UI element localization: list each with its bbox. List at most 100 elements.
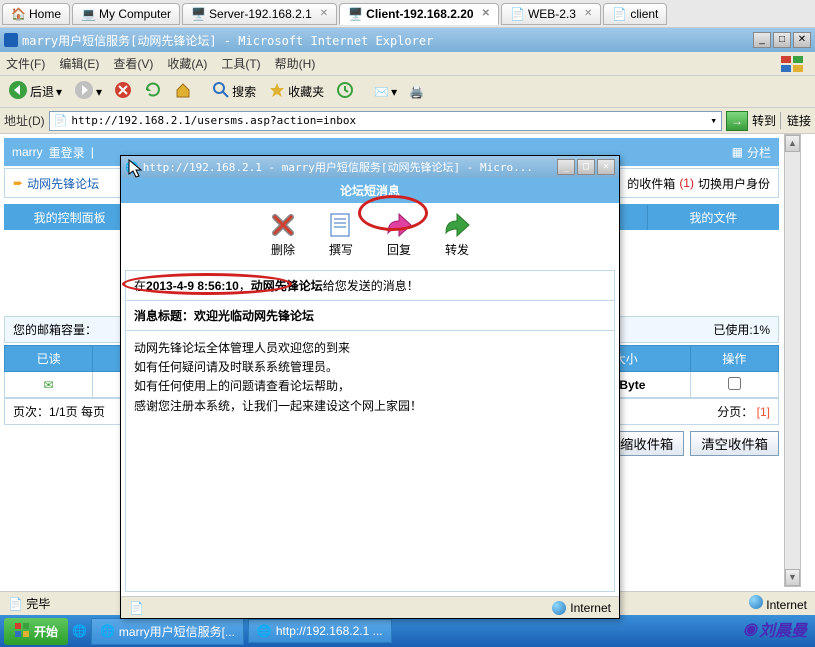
taskbar-item[interactable]: 🌐 marry用户短信服务[... <box>91 618 244 645</box>
task-label: marry用户短信服务[... <box>119 623 235 640</box>
refresh-icon <box>144 81 162 102</box>
ie-toolbar: 后退 ▾ ▾ 搜索 收藏夹 ✉️▾ 🖨️ <box>0 76 815 108</box>
menu-tools[interactable]: 工具(T) <box>221 55 260 72</box>
clear-inbox-button[interactable]: 清空收件箱 <box>690 431 779 456</box>
server-icon: 🖥️ <box>191 7 205 21</box>
menu-help[interactable]: 帮助(H) <box>275 55 316 72</box>
ie-icon: 🌐 <box>257 624 272 638</box>
tab-web[interactable]: 📄 WEB-2.3 ✕ <box>501 3 601 25</box>
tab-home[interactable]: 🏠 Home <box>2 3 70 25</box>
tab-my-files[interactable]: 我的文件 <box>648 205 779 230</box>
back-label: 后退 <box>30 83 54 100</box>
inbox-count: (1) <box>679 176 694 190</box>
menu-favorites[interactable]: 收藏(A) <box>167 55 207 72</box>
go-label: 转到 <box>752 112 776 129</box>
ie-icon <box>4 33 18 47</box>
tab-client2[interactable]: 📄 client <box>603 3 667 25</box>
close-icon[interactable]: ✕ <box>482 8 490 19</box>
go-button[interactable]: → <box>726 111 748 131</box>
back-button[interactable]: 后退 ▾ <box>4 78 66 105</box>
mail-button[interactable]: ✉️▾ <box>370 83 401 101</box>
windows-icon <box>14 622 30 641</box>
message-content: 在2013-4-9 8:56:10，动网先锋论坛给您发送的消息！ 消息标题：欢迎… <box>125 270 615 592</box>
close-icon[interactable]: ✕ <box>320 8 328 19</box>
back-icon <box>8 80 28 103</box>
tab-label: Client-192.168.2.20 <box>366 7 473 21</box>
links-label[interactable]: 链接 <box>780 112 811 129</box>
close-button[interactable]: ✕ <box>793 32 811 48</box>
capacity-label: 您的邮箱容量： <box>13 321 97 338</box>
divider: | <box>91 145 94 159</box>
home-icon <box>174 81 192 102</box>
windows-flag-icon <box>779 54 809 74</box>
doc-icon: 📄 <box>612 7 626 21</box>
client-icon: 🖥️ <box>348 7 362 21</box>
home-button[interactable] <box>170 79 196 104</box>
row-checkbox[interactable] <box>728 377 741 390</box>
minimize-button[interactable]: _ <box>753 32 771 48</box>
maximize-button[interactable]: □ <box>773 32 791 48</box>
popup-title: http://192.168.2.1 - marry用户短信服务[动网先锋论坛]… <box>143 159 533 175</box>
chevron-down-icon[interactable]: ▾ <box>710 114 717 127</box>
vertical-scrollbar[interactable]: ▲ ▼ <box>784 134 801 587</box>
watermark-text: 刘晨曼 <box>759 617 807 641</box>
computer-icon: 💻 <box>81 7 95 21</box>
tab-server[interactable]: 🖥️ Server-192.168.2.1 ✕ <box>182 3 337 25</box>
message-time: 2013-4-9 8:56:10 <box>146 279 239 293</box>
scroll-down-icon[interactable]: ▼ <box>785 569 800 586</box>
switch-user-link[interactable]: 切换用户身份 <box>698 175 770 192</box>
col-read: 已读 <box>5 346 93 372</box>
compose-button[interactable]: 撰写 <box>327 211 355 258</box>
delete-button[interactable]: 删除 <box>269 211 297 258</box>
message-body: 动网先锋论坛全体管理人员欢迎您的到来 如有任何疑问请及时联系系统管理员。 如有任… <box>126 331 614 591</box>
forward-button[interactable]: ▾ <box>70 78 106 105</box>
delete-icon <box>269 211 297 239</box>
menu-view[interactable]: 查看(V) <box>113 55 153 72</box>
window-title: marry用户短信服务[动网先锋论坛] - Microsoft Internet… <box>22 32 433 49</box>
refresh-button[interactable] <box>140 79 166 104</box>
start-button[interactable]: 开始 <box>4 618 68 645</box>
inbox-label: 的收件箱 <box>627 175 675 192</box>
compress-inbox-button[interactable]: 缩收件箱 <box>609 431 684 456</box>
history-button[interactable] <box>332 79 358 104</box>
favorites-button[interactable]: 收藏夹 <box>264 79 328 104</box>
doc-icon: 📄 <box>510 7 524 21</box>
popup-titlebar[interactable]: 🌐 http://192.168.2.1 - marry用户短信服务[动网先锋论… <box>121 156 619 178</box>
fenlan-link[interactable]: ▦ 分栏 <box>732 144 771 161</box>
close-icon[interactable]: ✕ <box>584 8 592 19</box>
popup-close-button[interactable]: ✕ <box>597 159 615 175</box>
forum-home-link[interactable]: 动网先锋论坛 <box>27 175 99 192</box>
star-icon <box>268 81 286 102</box>
scroll-up-icon[interactable]: ▲ <box>785 135 800 152</box>
page-number[interactable]: [1] <box>757 405 770 419</box>
envelope-icon: ✉ <box>44 378 54 392</box>
stop-button[interactable] <box>110 79 136 104</box>
menu-file[interactable]: 文件(F) <box>6 55 45 72</box>
message-sender: 动网先锋论坛 <box>251 279 323 293</box>
tab-client[interactable]: 🖥️ Client-192.168.2.20 ✕ <box>339 3 499 25</box>
taskbar-item[interactable]: 🌐 http://192.168.2.1 ... <box>248 619 392 643</box>
ie-menubar: 文件(F) 编辑(E) 查看(V) 收藏(A) 工具(T) 帮助(H) <box>0 52 815 76</box>
zone-label: Internet <box>766 598 807 612</box>
url-text: http://192.168.2.1/usersms.asp?action=in… <box>71 114 356 127</box>
popup-minimize-button[interactable]: _ <box>557 159 575 175</box>
tab-label: Server-192.168.2.1 <box>209 7 312 21</box>
address-input[interactable]: 📄 http://192.168.2.1/usersms.asp?action=… <box>49 111 722 131</box>
print-button[interactable]: 🖨️ <box>405 83 428 101</box>
print-icon: 🖨️ <box>409 85 424 99</box>
tab-control-panel[interactable]: 我的控制面板 <box>4 205 136 230</box>
tab-label: Home <box>29 7 61 21</box>
popup-maximize-button[interactable]: □ <box>577 159 595 175</box>
relogin-link[interactable]: 重登录 <box>49 144 85 161</box>
ie-address-bar: 地址(D) 📄 http://192.168.2.1/usersms.asp?a… <box>0 108 815 134</box>
fenlan-label: 分栏 <box>747 144 771 161</box>
reply-button[interactable]: 回复 <box>385 211 413 258</box>
chevron-down-icon: ▾ <box>96 85 102 99</box>
msg-line: 动网先锋论坛全体管理人员欢迎您的到来 <box>134 339 606 358</box>
search-button[interactable]: 搜索 <box>208 79 260 104</box>
forward-button[interactable]: 转发 <box>443 211 471 258</box>
globe-icon <box>552 601 566 615</box>
menu-edit[interactable]: 编辑(E) <box>59 55 99 72</box>
quicklaunch-icon[interactable]: 🌐 <box>72 624 87 638</box>
tab-my-computer[interactable]: 💻 My Computer <box>72 3 180 25</box>
